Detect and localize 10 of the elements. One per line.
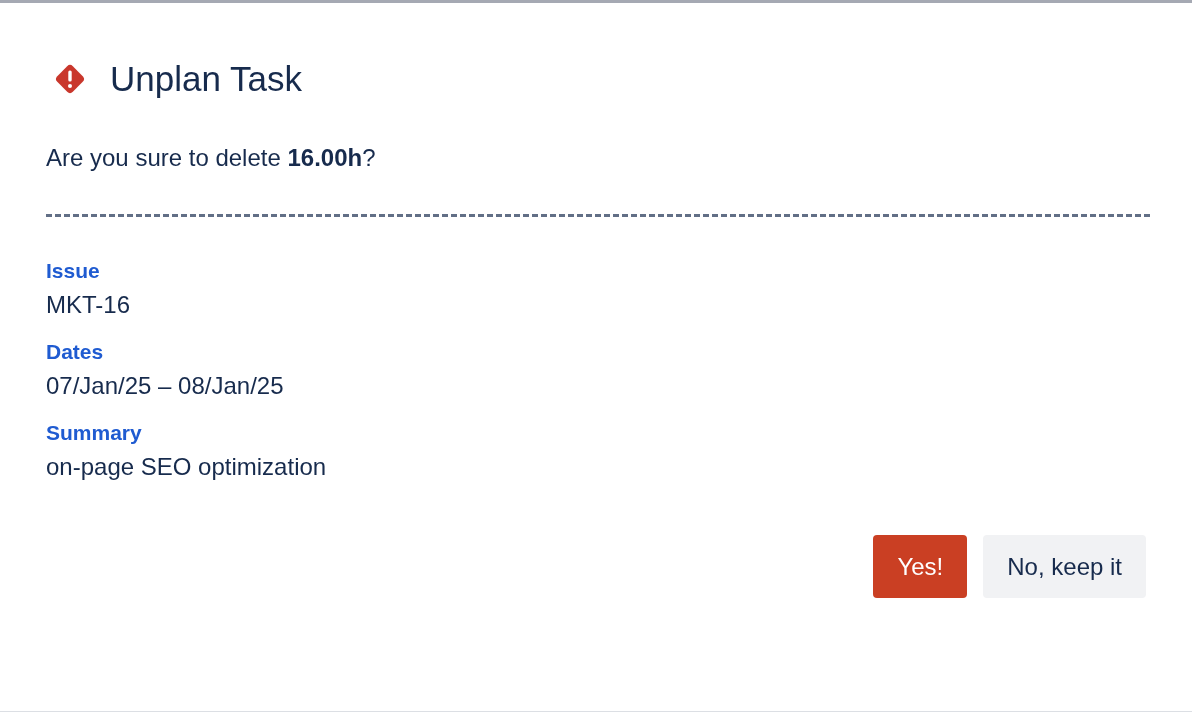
confirm-message: Are you sure to delete 16.00h? (46, 144, 377, 172)
field-value: MKT-16 (46, 291, 131, 319)
cancel-button[interactable]: No, keep it (983, 535, 1146, 598)
field-value: on-page SEO optimization (46, 453, 327, 481)
field-label: Dates (46, 340, 104, 364)
field-label: Issue (46, 259, 100, 283)
confirm-button[interactable]: Yes! (873, 535, 968, 598)
dialog-title: Unplan Task (110, 59, 302, 99)
field-label: Summary (46, 421, 142, 445)
field-value: 07/Jan/25 – 08/Jan/25 (46, 372, 284, 400)
